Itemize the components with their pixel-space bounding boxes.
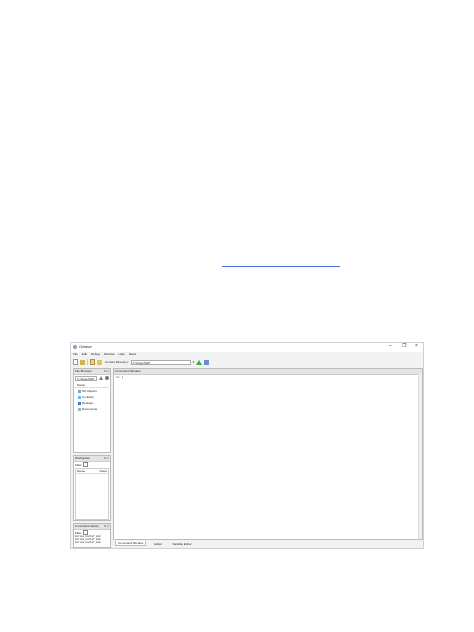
menu-edit[interactable]: Edit (82, 352, 87, 357)
tab-command-window[interactable]: Command Window (115, 541, 147, 546)
menu-debug[interactable]: Debug (91, 352, 100, 357)
file-browser-gear-icon[interactable] (105, 376, 109, 380)
workspace-filter-checkbox[interactable] (82, 462, 88, 467)
browse-folder-icon[interactable] (204, 359, 210, 365)
octave-window: Octave – ❐ × File Edit Debug Window Help… (70, 342, 424, 549)
document-link-underline[interactable] (222, 265, 340, 267)
command-history-title: Command History (75, 524, 100, 528)
toolbar-separator (87, 359, 88, 365)
directory-dropdown-icon[interactable]: ▾ (193, 360, 195, 364)
paste-icon[interactable] (97, 359, 102, 365)
command-window-scrollbar[interactable] (418, 374, 422, 539)
workspace-col-class[interactable]: Class (99, 469, 107, 473)
file-browser-panel: File Browser ⊡ × C:\OpenSHP Name 3D Obje… (73, 368, 111, 453)
command-history-filter-label: Filter (75, 530, 82, 535)
maximize-button[interactable]: ❐ (402, 344, 406, 349)
menu-news[interactable]: News (129, 352, 137, 357)
command-history-controls[interactable]: ⊡ × (104, 524, 109, 528)
copy-icon[interactable] (90, 359, 95, 365)
command-prompt[interactable]: >> | (116, 375, 123, 379)
folder-icon (78, 401, 81, 405)
title-bar: Octave – ❐ × (71, 343, 423, 352)
workspace-table[interactable]: Name Class (75, 468, 109, 520)
file-tree-item[interactable]: Documents (75, 406, 109, 412)
current-directory-label: Current Directory: (105, 360, 129, 364)
current-directory-input[interactable]: C:\OpenSHP (130, 359, 191, 365)
folder-icon (78, 407, 81, 411)
workspace-panel: Workspace ⊡ × Filter Name Class (73, 455, 111, 521)
file-tree-item-label: Documents (82, 407, 98, 411)
workspace-table-header: Name Class (76, 469, 108, 474)
tab-variable-editor[interactable]: Variable Editor (170, 542, 193, 546)
file-browser-title: File Browser (75, 369, 92, 373)
menu-file[interactable]: File (73, 352, 78, 357)
history-entry[interactable]: kolles_kontaf_mom (75, 541, 101, 544)
new-file-icon[interactable] (73, 359, 78, 365)
workspace-title: Workspace (75, 456, 90, 460)
window-title: Octave (79, 344, 92, 349)
menu-bar: File Edit Debug Window Help News (73, 352, 136, 357)
menu-help[interactable]: Help (119, 352, 125, 357)
command-window-title: Command Window (115, 369, 141, 373)
file-tree: Name 3D Objects Contacts Desktop Documen… (75, 383, 109, 412)
file-browser-controls[interactable]: ⊡ × (104, 369, 109, 373)
workspace-filter: Filter (75, 462, 88, 467)
close-button[interactable]: × (415, 344, 418, 349)
toolbar: Current Directory: C:\OpenSHP ▾ (73, 358, 423, 366)
file-tree-item-label: Contacts (82, 395, 94, 399)
workspace-filter-label: Filter (75, 462, 82, 467)
tab-editor[interactable]: Editor (152, 542, 164, 546)
file-browser-up-icon[interactable] (99, 376, 103, 380)
parent-directory-icon[interactable] (196, 359, 203, 365)
open-folder-icon[interactable] (80, 359, 85, 365)
file-browser-header: File Browser ⊡ × (74, 369, 110, 375)
octave-app-icon (73, 345, 77, 349)
command-window-header: Command Window (114, 369, 422, 375)
file-browser-path-input[interactable]: C:\OpenSHP (75, 376, 97, 381)
workspace-controls[interactable]: ⊡ × (104, 456, 109, 460)
command-window-panel[interactable]: Command Window >> | (113, 368, 423, 540)
folder-icon (78, 395, 81, 399)
menu-window[interactable]: Window (104, 352, 115, 357)
command-history-panel: Command History ⊡ × Filter kolles_kontaf… (73, 523, 111, 548)
command-history-list: kolles_kontaf_mom kolles_kontaf_mom koll… (75, 535, 101, 545)
file-tree-item-label: Desktop (82, 401, 94, 405)
minimize-button[interactable]: – (389, 344, 392, 349)
file-tree-item-label: 3D Objects (82, 389, 97, 393)
workspace-col-name[interactable]: Name (77, 469, 85, 473)
folder-icon (78, 389, 81, 393)
bottom-tabs: Command Window Editor Variable Editor (113, 540, 194, 547)
